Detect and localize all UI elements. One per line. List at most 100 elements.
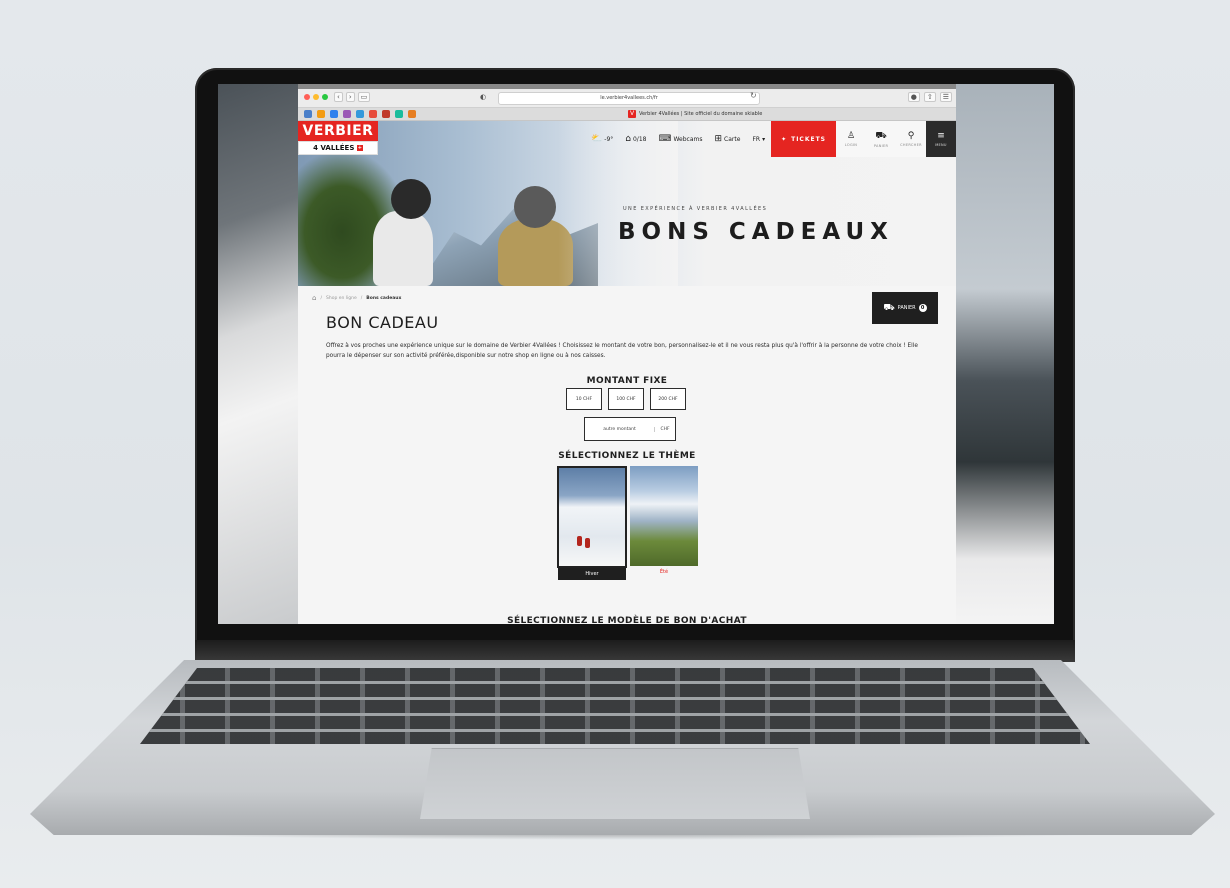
browser-toolbar-right: ● ⇧ ☰ bbox=[907, 92, 952, 102]
ticket-icon: ✦ bbox=[781, 135, 788, 143]
shield-icon[interactable]: ◐ bbox=[480, 93, 486, 101]
webcam-icon: ⌨ bbox=[658, 134, 672, 144]
theme-option-summer[interactable]: Été bbox=[630, 466, 698, 580]
browser-window: ‹ › ▭ ◐ le.verbier4vallees.ch/fr ↻ ● ⇧ ☰ bbox=[298, 89, 956, 624]
map-icon: ⊞ bbox=[714, 134, 723, 144]
hero-cyclist-1 bbox=[373, 211, 433, 286]
summer-theme-image[interactable] bbox=[630, 466, 698, 566]
breadcrumb: ⌂ / Shop en ligne / Bons cadeaux bbox=[312, 294, 401, 302]
model-section-title: SÉLECTIONNEZ LE MODÈLE DE BON D'ACHAT bbox=[507, 616, 747, 624]
hero-title: BONS CADEAUX bbox=[618, 219, 894, 245]
lifts-link[interactable]: ⌂ 0/18 bbox=[619, 121, 652, 157]
cart-nav-button[interactable]: ⛟ PANIER bbox=[866, 121, 896, 157]
tab-title: Verbier 4Vallées | Site officiel du doma… bbox=[639, 111, 763, 117]
site-logo[interactable]: VERBIER 4 VALLÉES + bbox=[298, 121, 378, 157]
fixed-amount-options: 10 CHF 100 CHF 200 CHF bbox=[566, 388, 686, 410]
bookmark-icon[interactable] bbox=[304, 110, 312, 118]
laptop-screen: ‹ › ▭ ◐ le.verbier4vallees.ch/fr ↻ ● ⇧ ☰ bbox=[218, 84, 1054, 624]
laptop-trackpad bbox=[420, 748, 810, 819]
language-selector[interactable]: FR ▾ bbox=[746, 121, 771, 157]
cart-count-badge: 0 bbox=[918, 304, 927, 312]
hamburger-icon: ≡ bbox=[937, 131, 945, 141]
amount-option-100[interactable]: 100 CHF bbox=[608, 388, 644, 410]
hero-helmet-1 bbox=[391, 179, 431, 219]
breadcrumb-separator: / bbox=[320, 295, 322, 301]
bookmarks-bar bbox=[304, 110, 416, 118]
bookmark-icon[interactable] bbox=[317, 110, 325, 118]
menu-button[interactable]: ≡ MENU bbox=[926, 121, 956, 157]
minimize-window-button[interactable] bbox=[313, 94, 319, 100]
theme-option-winter[interactable]: Hiver bbox=[557, 466, 627, 580]
maximize-window-button[interactable] bbox=[322, 94, 328, 100]
weather-icon: ⛅ bbox=[591, 134, 603, 144]
reload-icon[interactable]: ↻ bbox=[750, 91, 757, 100]
website: VERBIER 4 VALLÉES + ⛅ -9° ⌂ 0/18 ⌨ Webcams … bbox=[298, 121, 956, 624]
winter-theme-image[interactable] bbox=[557, 466, 627, 568]
browser-titlebar: ‹ › ▭ ◐ le.verbier4vallees.ch/fr ↻ ● ⇧ ☰ bbox=[298, 89, 956, 108]
currency-label: CHF bbox=[654, 426, 675, 432]
amount-option-10[interactable]: 10 CHF bbox=[566, 388, 602, 410]
cart-button[interactable]: ⛟ PANIER 0 bbox=[872, 292, 938, 324]
amount-section-title: MONTANT FIXE bbox=[586, 376, 668, 386]
chevron-down-icon: ▾ bbox=[762, 135, 766, 143]
search-icon: ⚲ bbox=[907, 131, 915, 141]
favicon-icon: V bbox=[628, 110, 636, 118]
theme-label-summer: Été bbox=[659, 569, 669, 575]
desktop-wallpaper-left bbox=[218, 84, 298, 624]
cable-car-icon: ⌂ bbox=[625, 134, 631, 144]
skier-figure bbox=[585, 538, 590, 548]
browser-tabbar: V Verbier 4Vallées | Site officiel du do… bbox=[298, 108, 956, 121]
close-window-button[interactable] bbox=[304, 94, 310, 100]
map-link[interactable]: ⊞ Carte bbox=[709, 121, 747, 157]
breadcrumb-separator: / bbox=[360, 295, 363, 301]
window-controls bbox=[304, 94, 328, 100]
desktop-wallpaper-right bbox=[956, 84, 1054, 624]
bookmark-icon[interactable] bbox=[369, 110, 377, 118]
laptop-hinge bbox=[195, 640, 1075, 662]
browser-nav-buttons: ‹ › ▭ bbox=[334, 92, 371, 102]
webcams-link[interactable]: ⌨ Webcams bbox=[652, 121, 708, 157]
logo-subline: 4 VALLÉES + bbox=[298, 141, 378, 155]
hero-helmet-2 bbox=[514, 186, 556, 228]
bookmark-icon[interactable] bbox=[382, 110, 390, 118]
active-tab[interactable]: V Verbier 4Vallées | Site officiel du do… bbox=[628, 109, 762, 119]
breadcrumb-current: Bons cadeaux bbox=[366, 295, 402, 301]
cart-icon: ⛟ bbox=[875, 130, 887, 141]
back-icon[interactable]: ‹ bbox=[334, 92, 343, 102]
bookmark-icon[interactable] bbox=[356, 110, 364, 118]
sidebar-icon[interactable]: ▭ bbox=[357, 92, 371, 102]
other-amount-input[interactable]: autre montant CHF bbox=[584, 417, 676, 441]
swiss-flag-icon: + bbox=[356, 145, 363, 151]
search-button[interactable]: ⚲ CHERCHER bbox=[896, 121, 926, 157]
home-icon[interactable]: ⌂ bbox=[312, 294, 316, 302]
main-content: ⌂ / Shop en ligne / Bons cadeaux ⛟ PANIE… bbox=[298, 286, 956, 624]
page-title: BON CADEAU bbox=[326, 313, 439, 332]
user-icon: ♙ bbox=[846, 131, 856, 141]
other-amount-placeholder: autre montant bbox=[603, 426, 636, 432]
logo-wordmark: VERBIER bbox=[298, 121, 378, 141]
theme-section-title: SÉLECTIONNEZ LE THÈME bbox=[558, 451, 696, 461]
weather-link[interactable]: ⛅ -9° bbox=[585, 121, 619, 157]
bookmark-icon[interactable] bbox=[395, 110, 403, 118]
amount-option-200[interactable]: 200 CHF bbox=[650, 388, 686, 410]
theme-label-winter: Hiver bbox=[558, 568, 626, 580]
laptop-keyboard-rows bbox=[140, 668, 1090, 744]
cart-icon: ⛟ bbox=[883, 302, 895, 313]
hero-banner: VERBIER 4 VALLÉES + ⛅ -9° ⌂ 0/18 ⌨ Webcams … bbox=[298, 121, 956, 286]
login-button[interactable]: ♙ LOGIN bbox=[836, 121, 866, 157]
forward-icon[interactable]: › bbox=[345, 92, 355, 102]
bookmark-icon[interactable] bbox=[343, 110, 351, 118]
tabs-icon[interactable]: ☰ bbox=[939, 92, 952, 102]
theme-options: Hiver Été bbox=[557, 466, 698, 580]
intro-text: Offrez à vos proches une expérience uniq… bbox=[326, 343, 918, 359]
bookmark-icon[interactable] bbox=[330, 110, 338, 118]
url-bar[interactable]: le.verbier4vallees.ch/fr bbox=[498, 92, 760, 105]
top-navigation: ⛅ -9° ⌂ 0/18 ⌨ Webcams ⊞ Carte FR ▾ ✦ TICKETS … bbox=[585, 121, 956, 157]
breadcrumb-parent[interactable]: Shop en ligne bbox=[326, 296, 357, 301]
bookmark-icon[interactable] bbox=[408, 110, 416, 118]
download-icon[interactable]: ● bbox=[907, 92, 920, 102]
skier-figure bbox=[577, 536, 582, 546]
hero-subtitle: UNE EXPÉRIENCE À VERBIER 4VALLÉES bbox=[623, 206, 768, 212]
share-icon[interactable]: ⇧ bbox=[923, 92, 936, 102]
tickets-button[interactable]: ✦ TICKETS bbox=[771, 121, 836, 157]
